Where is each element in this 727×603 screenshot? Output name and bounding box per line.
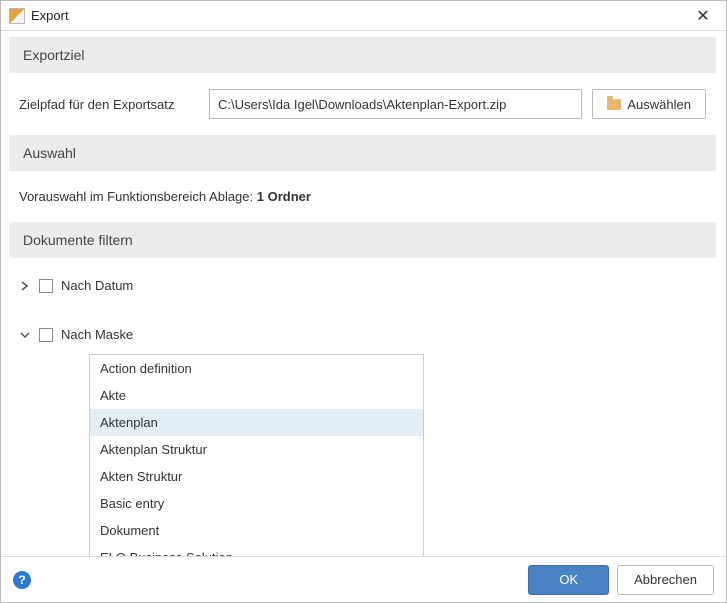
filter-by-mask-checkbox[interactable]: [39, 328, 53, 342]
help-button[interactable]: ?: [13, 571, 31, 589]
cancel-button[interactable]: Abbrechen: [617, 565, 714, 595]
browse-button[interactable]: Auswählen: [592, 89, 706, 119]
chevron-right-icon: [20, 281, 30, 291]
ok-button[interactable]: OK: [528, 565, 609, 595]
mask-option[interactable]: ELO Business Solution: [90, 544, 423, 556]
mask-option[interactable]: Dokument: [90, 517, 423, 544]
titlebar: Export ✕: [1, 1, 726, 31]
folder-icon: [607, 99, 621, 110]
target-path-row: Zielpfad für den Exportsatz Auswählen: [1, 79, 724, 129]
section-dokumente-filtern: Dokumente filtern: [9, 222, 716, 258]
expand-date-caret[interactable]: [19, 280, 31, 292]
window-title: Export: [31, 8, 688, 23]
mask-option[interactable]: Akte: [90, 382, 423, 409]
chevron-down-icon: [20, 330, 30, 340]
target-path-label: Zielpfad für den Exportsatz: [19, 97, 199, 112]
mask-option[interactable]: Akten Struktur: [90, 463, 423, 490]
preselection-info: Vorauswahl im Funktionsbereich Ablage: 1…: [1, 177, 724, 216]
filter-by-mask-row: Nach Maske: [19, 319, 706, 350]
mask-option[interactable]: Aktenplan Struktur: [90, 436, 423, 463]
filter-tree: Nach Datum Nach Maske Action definitionA…: [1, 264, 724, 556]
browse-button-label: Auswählen: [627, 97, 691, 112]
filter-by-date-checkbox[interactable]: [39, 279, 53, 293]
preselection-count: 1 Ordner: [257, 189, 311, 204]
filter-by-mask-label: Nach Maske: [61, 327, 133, 342]
preselection-prefix: Vorauswahl im Funktionsbereich Ablage:: [19, 189, 257, 204]
expand-mask-caret[interactable]: [19, 329, 31, 341]
target-path-input[interactable]: [209, 89, 582, 119]
mask-option[interactable]: Aktenplan: [90, 409, 423, 436]
content-area: Exportziel Zielpfad für den Exportsatz A…: [1, 31, 726, 556]
dialog-footer: ? OK Abbrechen: [1, 556, 726, 602]
mask-option[interactable]: Basic entry: [90, 490, 423, 517]
section-auswahl: Auswahl: [9, 135, 716, 171]
app-icon: [9, 8, 25, 24]
mask-listbox[interactable]: Action definitionAkteAktenplanAktenplan …: [89, 354, 424, 556]
filter-by-date-row: Nach Datum: [19, 270, 706, 301]
close-button[interactable]: ✕: [688, 6, 718, 26]
mask-option[interactable]: Action definition: [90, 355, 423, 382]
filter-by-date-label: Nach Datum: [61, 278, 133, 293]
section-exportziel: Exportziel: [9, 37, 716, 73]
